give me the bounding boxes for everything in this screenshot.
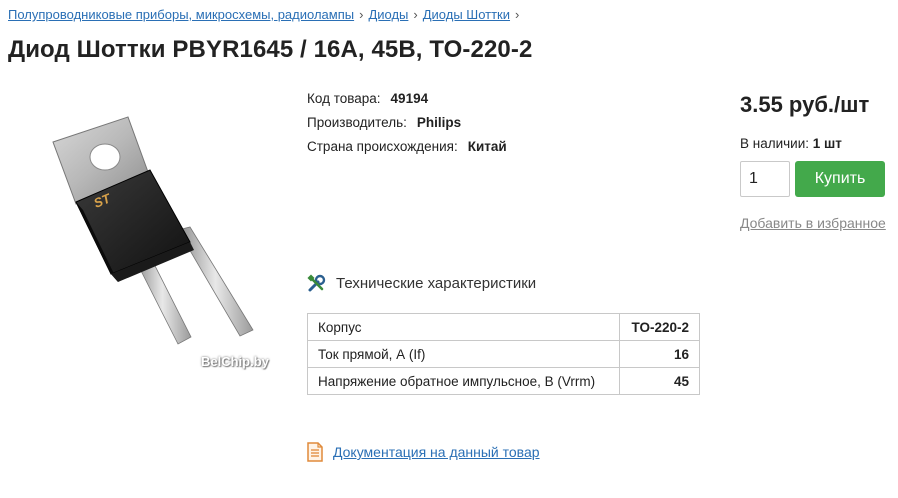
table-row: Напряжение обратное импульсное, В (Vrrm)… [307,367,700,395]
product-price: 3.55 руб./шт [740,92,870,117]
breadcrumb-separator: › [359,7,364,22]
specs-table: Корпус TO-220-2 Ток прямой, А (If) 16 На… [307,313,700,395]
stock-status: В наличии: 1 шт [740,136,842,151]
photo-watermark: BelChip.by [201,354,269,369]
property-country-value: Китай [467,139,507,154]
documentation: Документация на данный товар [307,442,540,462]
specs-header: Технические характеристики [307,274,536,293]
specs-title: Технические характеристики [336,275,537,292]
property-country: Страна происхождения: Китай [307,140,507,164]
property-code: Код товара: 49194 [307,92,507,116]
breadcrumb-separator: › [413,7,418,22]
property-code-label: Код товара: [307,91,381,106]
spec-value: 16 [619,340,700,368]
breadcrumb-link-schottky-diodes[interactable]: Диоды Шоттки [423,7,510,22]
stock-label: В наличии: [740,136,810,151]
table-row: Ток прямой, А (If) 16 [307,340,700,368]
page-title: Диод Шоттки PBYR1645 / 16А, 45В, TO-220-… [8,36,533,63]
breadcrumb-separator: › [515,7,520,22]
document-icon [307,442,323,462]
breadcrumb-link-diodes[interactable]: Диоды [368,7,408,22]
spec-name: Ток прямой, А (If) [307,340,620,368]
add-to-favorites-link[interactable]: Добавить в избранное [740,215,886,231]
diode-image: ST [52,116,254,345]
product-photo[interactable]: ST BelChip.by [8,92,292,374]
tools-icon [307,274,326,293]
buy-button[interactable]: Купить [795,161,885,197]
quantity-input[interactable] [740,161,790,197]
stock-value: 1 шт [812,136,842,151]
spec-name: Корпус [307,313,620,341]
breadcrumb: Полупроводниковые приборы, микросхемы, р… [8,7,524,22]
product-properties: Код товара: 49194 Производитель: Philips С… [307,92,507,164]
property-manufacturer-value: Philips [416,115,462,130]
spec-value: 45 [619,367,700,395]
property-code-value: 49194 [390,91,429,106]
documentation-link[interactable]: Документация на данный товар [333,444,540,460]
spec-value: TO-220-2 [619,313,700,341]
property-manufacturer-label: Производитель: [307,115,407,130]
spec-name: Напряжение обратное импульсное, В (Vrrm) [307,367,620,395]
property-manufacturer: Производитель: Philips [307,116,507,140]
property-country-label: Страна происхождения: [307,139,458,154]
table-row: Корпус TO-220-2 [307,313,700,341]
breadcrumb-link-semiconductors[interactable]: Полупроводниковые приборы, микросхемы, р… [8,7,354,22]
